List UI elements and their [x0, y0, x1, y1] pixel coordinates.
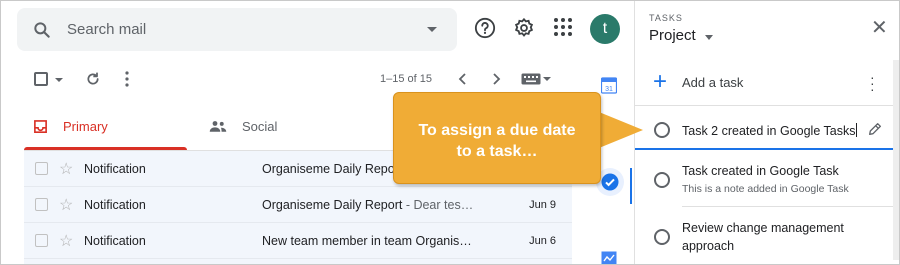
search-bar[interactable]: Search mail — [17, 8, 457, 51]
email-snippet: - Dear tes… — [402, 198, 474, 212]
task-list-selector[interactable]: Project — [649, 27, 696, 44]
tasks-scrollbar[interactable] — [893, 60, 899, 260]
people-icon — [209, 121, 227, 132]
task-title: Task 2 created in Google Tasks — [682, 124, 856, 138]
star-icon[interactable]: ☆ — [59, 195, 73, 215]
email-subject: New team member in team Organis… — [262, 234, 474, 248]
keyboard-icon[interactable] — [521, 73, 541, 85]
email-sender: Notification — [84, 162, 146, 176]
email-row-partial — [24, 259, 572, 265]
select-menu-caret-icon[interactable] — [55, 78, 63, 82]
input-tools-caret-icon[interactable] — [543, 77, 551, 81]
more-vert-icon[interactable]: · · · — [870, 70, 875, 96]
email-row[interactable]: ☆ Notification New team member in team O… — [24, 223, 572, 259]
email-subject-text: New team member in team Organis… — [262, 234, 472, 248]
task-edit-underline — [635, 148, 893, 150]
email-subject-text: Organiseme Daily Report — [262, 162, 403, 176]
email-row[interactable]: ☆ Notification Organiseme Daily Report -… — [24, 187, 572, 223]
chevron-left-icon[interactable] — [457, 72, 467, 86]
task-title-input[interactable]: Task 2 created in Google Tasks — [682, 123, 858, 138]
calendar-icon[interactable]: 31 — [601, 76, 617, 94]
row-checkbox[interactable] — [35, 198, 48, 211]
tab-primary[interactable]: Primary — [24, 104, 187, 150]
email-date: Jun 9 — [529, 199, 556, 211]
task-complete-checkbox[interactable] — [654, 172, 670, 188]
tab-primary-label: Primary — [63, 119, 108, 134]
row-checkbox[interactable] — [35, 234, 48, 247]
callout-text: To assign a due date to a task… — [394, 120, 600, 162]
callout-line-2: to a task… — [456, 143, 538, 160]
active-app-indicator — [630, 168, 632, 204]
tasks-panel: TASKS Project ✕ + Add a task · · · Task 2 … — [634, 0, 900, 265]
search-options-icon[interactable] — [427, 27, 437, 32]
task-note: This is a note added in Google Task — [682, 183, 849, 195]
edit-icon[interactable] — [867, 121, 883, 137]
email-sender: Notification — [84, 198, 146, 212]
callout-line-1: To assign a due date — [418, 122, 576, 139]
more-vert-icon[interactable] — [124, 71, 130, 87]
tab-social[interactable]: Social — [200, 104, 390, 150]
settings-icon[interactable] — [513, 17, 535, 39]
task-title[interactable]: Task created in Google Task — [682, 164, 839, 178]
email-sender: Notification — [84, 234, 146, 248]
divider — [682, 206, 893, 207]
email-subject-text: Organiseme Daily Report — [262, 198, 403, 212]
task-complete-checkbox[interactable] — [654, 122, 670, 138]
search-icon[interactable] — [32, 20, 52, 40]
select-all-checkbox[interactable] — [34, 72, 48, 86]
callout-pointer — [599, 112, 643, 148]
task-title-line1[interactable]: Review change management — [682, 221, 844, 235]
keep-icon[interactable] — [601, 251, 617, 265]
divider — [635, 105, 900, 106]
add-task-button[interactable]: Add a task — [682, 75, 743, 90]
text-cursor — [856, 123, 858, 137]
task-list-caret-icon[interactable] — [705, 35, 713, 40]
close-icon[interactable]: ✕ — [871, 18, 888, 38]
svg-text:31: 31 — [605, 86, 613, 93]
star-icon[interactable]: ☆ — [59, 159, 73, 179]
tutorial-callout: To assign a due date to a task… — [393, 92, 601, 184]
tasks-icon[interactable] — [601, 173, 619, 191]
email-date: Jun 6 — [529, 235, 556, 247]
refresh-icon[interactable] — [85, 71, 101, 87]
pagination-count: 1–15 of 15 — [380, 73, 432, 85]
star-icon[interactable]: ☆ — [59, 231, 73, 251]
chevron-right-icon[interactable] — [492, 72, 502, 86]
email-subject: Organiseme Daily Report - Dear tes… — [262, 198, 474, 212]
account-avatar[interactable]: t — [590, 14, 620, 44]
help-icon[interactable] — [474, 17, 496, 39]
plus-icon[interactable]: + — [653, 70, 667, 94]
tasks-panel-header: TASKS — [649, 13, 683, 23]
row-checkbox[interactable] — [35, 162, 48, 175]
tab-social-label: Social — [242, 119, 278, 134]
inbox-icon — [34, 120, 47, 133]
apps-icon[interactable] — [553, 17, 573, 37]
task-complete-checkbox[interactable] — [654, 229, 670, 245]
search-input[interactable]: Search mail — [67, 21, 146, 38]
task-title-line2[interactable]: approach — [682, 239, 734, 253]
